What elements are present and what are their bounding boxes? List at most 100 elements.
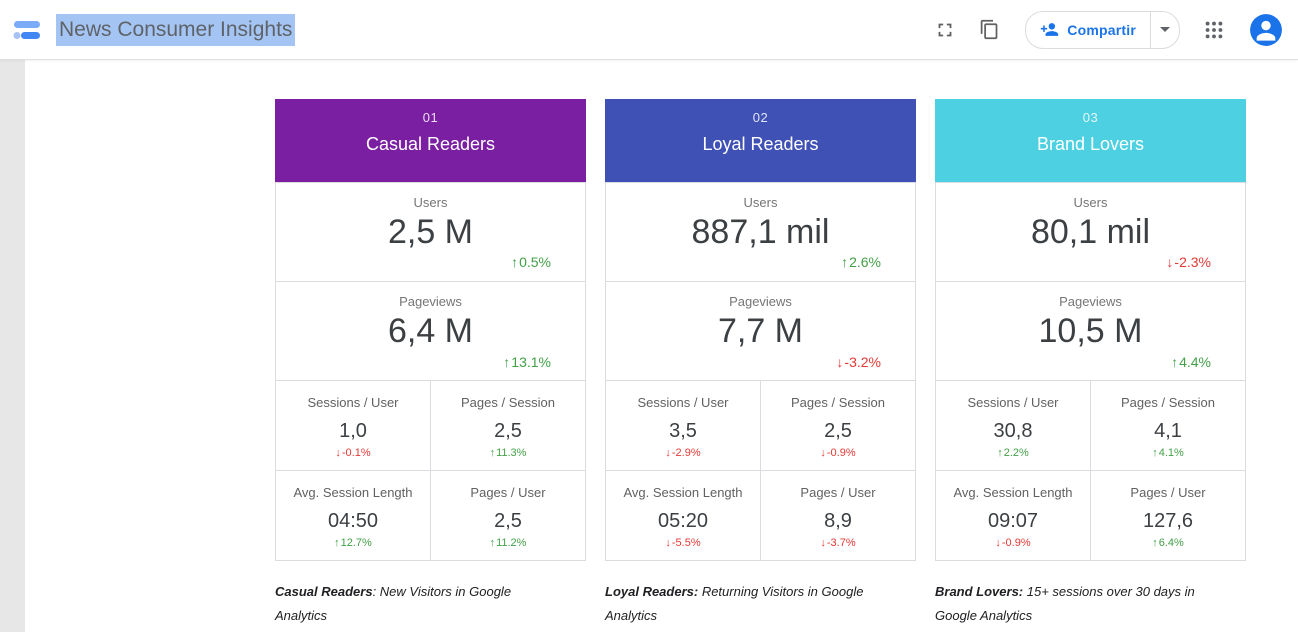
- change-value: 12.7%: [341, 537, 372, 549]
- change-value: 4.1%: [1159, 447, 1184, 459]
- share-label: Compartir: [1067, 22, 1136, 38]
- person-icon: [1250, 14, 1282, 46]
- change-indicator: -2.9%: [606, 447, 760, 459]
- change-indicator: -0.9%: [761, 447, 915, 459]
- metric-label: Users: [276, 195, 585, 210]
- change-value: -2.9%: [672, 447, 701, 459]
- user-avatar[interactable]: [1250, 14, 1282, 46]
- trend-arrow-icon: [836, 354, 843, 370]
- share-button-main[interactable]: Compartir: [1026, 12, 1150, 48]
- copy-report-button[interactable]: [976, 17, 1002, 43]
- change-value: 2.6%: [849, 254, 881, 270]
- change-indicator: -2.3%: [1166, 254, 1211, 270]
- metric-value: 04:50: [276, 510, 430, 533]
- report-title[interactable]: News Consumer Insights: [56, 14, 295, 46]
- change-value: -2.3%: [1174, 254, 1211, 270]
- change-indicator: 13.1%: [503, 354, 551, 370]
- change-value: -5.5%: [672, 537, 701, 549]
- segment-number: 01: [275, 110, 586, 125]
- metric-label: Sessions / User: [276, 395, 430, 410]
- metric-label: Pageviews: [936, 294, 1245, 309]
- segment-footnote: Loyal Readers: Returning Visitors in Goo…: [605, 580, 877, 628]
- scorecard-pageviews: Pageviews 6,4 M 13.1%: [275, 281, 586, 382]
- scorecard-users: Users 2,5 M 0.5%: [275, 182, 586, 282]
- change-value: -0.1%: [342, 447, 371, 459]
- segment-footnote: Brand Lovers: 15+ sessions over 30 days …: [935, 580, 1207, 628]
- metric-value: 09:07: [936, 510, 1090, 533]
- app-header: News Consumer Insights Compartir: [0, 0, 1298, 60]
- change-indicator: 2.6%: [841, 254, 881, 270]
- scorecard-pages-per-session: Pages / Session 2,5 11.3%: [430, 380, 586, 471]
- apps-grid-icon: [1203, 19, 1225, 41]
- change-value: -3.7%: [827, 537, 856, 549]
- metric-label: Sessions / User: [606, 395, 760, 410]
- metric-value: 10,5 M: [936, 312, 1245, 351]
- metric-value: 3,5: [606, 420, 760, 443]
- metric-label: Avg. Session Length: [606, 485, 760, 500]
- footnote-term: Loyal Readers:: [605, 584, 698, 599]
- trend-arrow-icon: [820, 447, 826, 459]
- metric-label: Pages / User: [761, 485, 915, 500]
- trend-arrow-icon: [1171, 354, 1178, 370]
- metric-value: 80,1 mil: [936, 213, 1245, 252]
- trend-arrow-icon: [511, 254, 518, 270]
- change-value: 11.2%: [496, 537, 526, 549]
- data-studio-logo-icon[interactable]: [12, 15, 44, 45]
- change-indicator: 4.1%: [1091, 447, 1245, 459]
- scorecard-avg-session-length: Avg. Session Length 09:07 -0.9%: [935, 470, 1091, 561]
- trend-arrow-icon: [1152, 447, 1158, 459]
- scorecard-sessions-per-user: Sessions / User 1,0 -0.1%: [275, 380, 431, 471]
- metric-value: 2,5 M: [276, 213, 585, 252]
- caret-down-icon: [1160, 27, 1170, 32]
- segment-name: Loyal Readers: [605, 134, 916, 155]
- footnote-term: Brand Lovers:: [935, 584, 1023, 599]
- trend-arrow-icon: [1166, 254, 1173, 270]
- metric-value: 4,1: [1091, 420, 1245, 443]
- scorecard-avg-session-length: Avg. Session Length 05:20 -5.5%: [605, 470, 761, 561]
- trend-arrow-icon: [335, 447, 341, 459]
- change-indicator: -0.9%: [936, 537, 1090, 549]
- metric-label: Pages / Session: [761, 395, 915, 410]
- change-indicator: 11.3%: [431, 447, 585, 459]
- change-value: 4.4%: [1179, 354, 1211, 370]
- metric-label: Pages / User: [431, 485, 585, 500]
- change-value: -0.9%: [827, 447, 856, 459]
- metric-label: Avg. Session Length: [276, 485, 430, 500]
- change-value: -3.2%: [844, 354, 881, 370]
- scorecard-sessions-per-user: Sessions / User 30,8 2.2%: [935, 380, 1091, 471]
- metric-value: 30,8: [936, 420, 1090, 443]
- trend-arrow-icon: [490, 537, 496, 549]
- change-value: 0.5%: [519, 254, 551, 270]
- trend-arrow-icon: [490, 447, 496, 459]
- metric-value: 8,9: [761, 510, 915, 533]
- metric-label: Sessions / User: [936, 395, 1090, 410]
- segment-name: Brand Lovers: [935, 134, 1246, 155]
- fullscreen-button[interactable]: [932, 17, 958, 43]
- metric-label: Pages / Session: [1091, 395, 1245, 410]
- change-indicator: -3.7%: [761, 537, 915, 549]
- change-indicator: 2.2%: [936, 447, 1090, 459]
- page-margin: [0, 60, 25, 632]
- person-add-icon: [1040, 20, 1059, 39]
- metric-value: 1,0: [276, 420, 430, 443]
- trend-arrow-icon: [503, 354, 510, 370]
- trend-arrow-icon: [665, 537, 671, 549]
- metric-label: Avg. Session Length: [936, 485, 1090, 500]
- trend-arrow-icon: [841, 254, 848, 270]
- metric-label: Pageviews: [276, 294, 585, 309]
- metric-value: 2,5: [431, 510, 585, 533]
- scorecard-pages-per-user: Pages / User 8,9 -3.7%: [760, 470, 916, 561]
- share-button[interactable]: Compartir: [1025, 11, 1180, 49]
- share-dropdown-button[interactable]: [1150, 12, 1179, 48]
- change-value: 11.3%: [496, 447, 526, 459]
- change-indicator: -0.1%: [276, 447, 430, 459]
- change-value: 6.4%: [1159, 537, 1184, 549]
- trend-arrow-icon: [995, 537, 1001, 549]
- metric-label: Users: [606, 195, 915, 210]
- change-indicator: 4.4%: [1171, 354, 1211, 370]
- segment-number: 03: [935, 110, 1246, 125]
- footnote-term: Casual Readers: [275, 584, 373, 599]
- metric-value: 2,5: [431, 420, 585, 443]
- metric-value: 127,6: [1091, 510, 1245, 533]
- apps-grid-button[interactable]: [1201, 17, 1227, 43]
